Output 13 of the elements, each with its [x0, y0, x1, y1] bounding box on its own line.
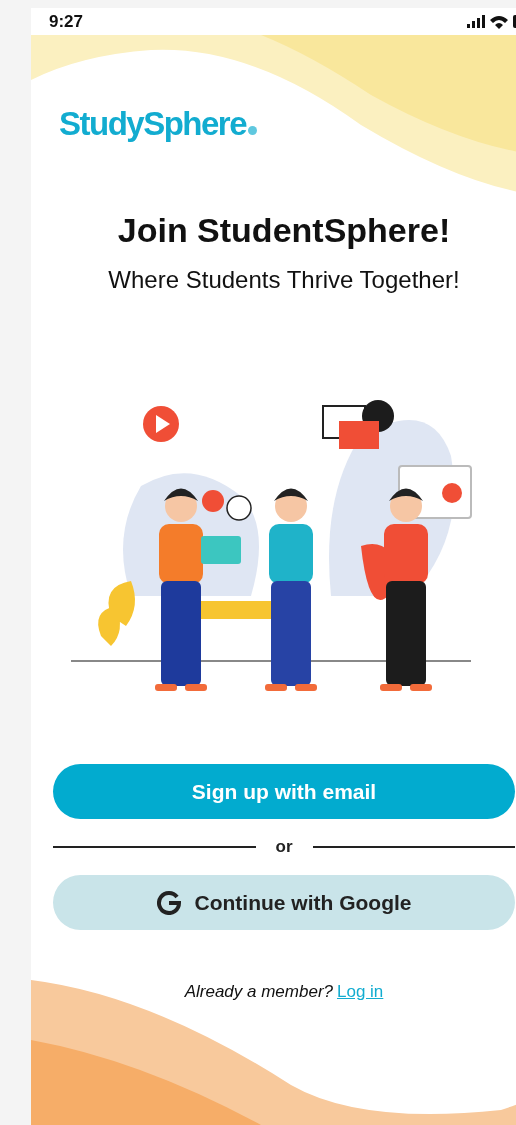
- page-subheading: Where Students Thrive Together!: [107, 266, 461, 294]
- wifi-icon: [490, 14, 508, 29]
- g-logo-icon: [156, 890, 181, 915]
- login-prompt: Already a member? Log in: [183, 982, 385, 1002]
- app-logo: StudySphere: [59, 105, 247, 143]
- signal-icon: [467, 15, 485, 28]
- status-time: 9:27: [49, 11, 84, 32]
- or-divider-label: or: [275, 837, 293, 857]
- signup-email-button[interactable]: Sign up with email: [53, 764, 515, 819]
- google-signin-button[interactable]: Continue with Google: [53, 875, 515, 930]
- logo-dot-icon: [248, 126, 258, 135]
- login-link[interactable]: Log in: [337, 982, 384, 1001]
- page-heading: Join StudentSphere!: [116, 211, 452, 250]
